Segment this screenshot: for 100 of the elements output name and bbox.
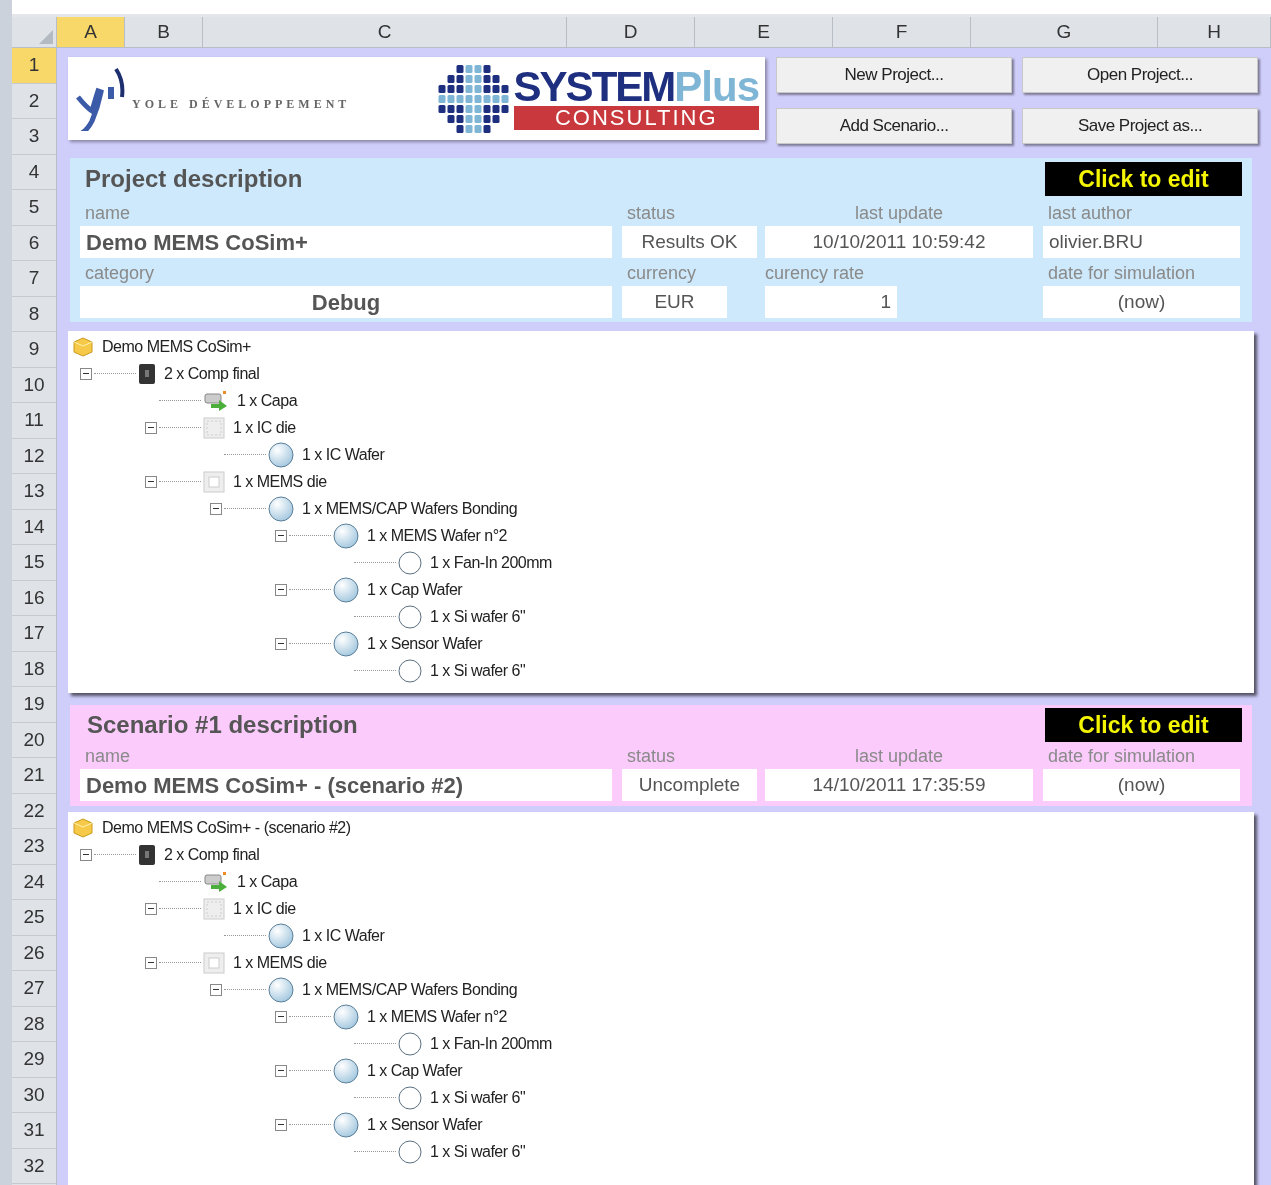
row-header[interactable]: 16 bbox=[12, 580, 56, 616]
collapse-toggle[interactable] bbox=[145, 421, 157, 434]
column-header[interactable]: C bbox=[203, 17, 567, 47]
tree-item[interactable]: 1 x Cap Wafer bbox=[367, 1058, 463, 1083]
tree-item[interactable]: Demo MEMS CoSim+ bbox=[102, 334, 251, 359]
tree-item[interactable]: 2 x Comp final bbox=[164, 842, 260, 867]
row-header[interactable]: 27 bbox=[12, 971, 56, 1007]
tree-item[interactable]: 1 x IC Wafer bbox=[302, 923, 385, 948]
tree-item[interactable]: 1 x IC die bbox=[233, 415, 296, 440]
collapse-toggle[interactable] bbox=[80, 367, 92, 380]
row-header[interactable]: 21 bbox=[12, 758, 56, 794]
row-header[interactable]: 7 bbox=[12, 261, 56, 297]
tree-item[interactable]: 1 x MEMS Wafer n°2 bbox=[367, 1004, 507, 1029]
field-value: 14/10/2011 17:35:59 bbox=[765, 769, 1033, 801]
logo-text: SYSTEM bbox=[513, 67, 675, 106]
row-header[interactable]: 29 bbox=[12, 1042, 56, 1078]
collapse-toggle[interactable] bbox=[210, 983, 222, 996]
row-header[interactable]: 8 bbox=[12, 296, 56, 332]
collapse-toggle[interactable] bbox=[275, 637, 287, 650]
edit-button[interactable]: Click to edit bbox=[1045, 162, 1242, 196]
row-header[interactable]: 13 bbox=[12, 474, 56, 510]
row-header[interactable]: 4 bbox=[12, 154, 56, 190]
row-header[interactable]: 23 bbox=[12, 829, 56, 865]
tree-item[interactable]: 1 x Fan-In 200mm bbox=[430, 550, 552, 575]
row-header[interactable]: 6 bbox=[12, 225, 56, 261]
tree-item[interactable]: 1 x IC die bbox=[233, 896, 296, 921]
tree-item[interactable]: 1 x Cap Wafer bbox=[367, 577, 463, 602]
row-header[interactable]: 32 bbox=[12, 1148, 56, 1184]
collapse-toggle[interactable] bbox=[275, 583, 287, 596]
row-header[interactable]: 12 bbox=[12, 438, 56, 474]
collapse-toggle[interactable] bbox=[145, 902, 157, 915]
tree-item[interactable]: 1 x Si wafer 6" bbox=[430, 1085, 526, 1110]
collapse-toggle[interactable] bbox=[145, 475, 157, 488]
field-value: Debug bbox=[80, 286, 612, 318]
tree-item[interactable]: 1 x Sensor Wafer bbox=[367, 1112, 482, 1137]
row-header[interactable]: 1 bbox=[12, 48, 56, 84]
field-value: Demo MEMS CoSim+ bbox=[80, 226, 612, 258]
row-header[interactable]: 14 bbox=[12, 509, 56, 545]
row-header[interactable]: 20 bbox=[12, 722, 56, 758]
row-header[interactable]: 24 bbox=[12, 864, 56, 900]
column-header[interactable]: A bbox=[57, 17, 125, 47]
tree-item[interactable]: 1 x Sensor Wafer bbox=[367, 631, 482, 656]
tree-item[interactable]: 2 x Comp final bbox=[164, 361, 260, 386]
section-title: Project description bbox=[85, 164, 303, 194]
action-button[interactable]: Save Project as... bbox=[1022, 108, 1258, 144]
logo-text: YOLE DÉVELOPPEMENT bbox=[132, 95, 351, 113]
row-header[interactable]: 19 bbox=[12, 687, 56, 723]
row-header[interactable]: 28 bbox=[12, 1006, 56, 1042]
collapse-toggle[interactable] bbox=[275, 1010, 287, 1023]
tree-item[interactable]: 1 x Si wafer 6" bbox=[430, 658, 526, 683]
tree-item[interactable]: 1 x MEMS die bbox=[233, 950, 327, 975]
collapse-toggle[interactable] bbox=[80, 848, 92, 861]
die-icon bbox=[203, 897, 225, 920]
tree-item[interactable]: 1 x Fan-In 200mm bbox=[430, 1031, 552, 1056]
wafer-icon bbox=[398, 550, 422, 575]
column-header[interactable]: H bbox=[1158, 17, 1271, 47]
row-header[interactable]: 9 bbox=[12, 332, 56, 368]
row-header[interactable]: 31 bbox=[12, 1113, 56, 1149]
row-header[interactable]: 10 bbox=[12, 367, 56, 403]
row-header[interactable]: 26 bbox=[12, 935, 56, 971]
tree-item[interactable]: 1 x MEMS/CAP Wafers Bonding bbox=[302, 977, 518, 1002]
row-header[interactable]: 15 bbox=[12, 545, 56, 581]
tree-item[interactable]: 1 x Capa bbox=[237, 869, 298, 894]
collapse-toggle[interactable] bbox=[275, 1064, 287, 1077]
row-header[interactable]: 11 bbox=[12, 403, 56, 439]
action-button[interactable]: Open Project... bbox=[1022, 57, 1258, 93]
row-header[interactable]: 25 bbox=[12, 900, 56, 936]
action-button[interactable]: Add Scenario... bbox=[776, 108, 1012, 144]
tree-item[interactable]: 1 x MEMS Wafer n°2 bbox=[367, 523, 507, 548]
column-header[interactable]: F bbox=[833, 17, 971, 47]
die-icon bbox=[203, 416, 225, 439]
column-header[interactable]: B bbox=[125, 17, 203, 47]
field-label: currency bbox=[627, 262, 698, 284]
tree-item[interactable]: 1 x IC Wafer bbox=[302, 442, 385, 467]
edit-button[interactable]: Click to edit bbox=[1045, 708, 1242, 742]
tree-item[interactable]: 1 x Si wafer 6" bbox=[430, 604, 526, 629]
column-header[interactable]: E bbox=[695, 17, 833, 47]
row-header[interactable]: 17 bbox=[12, 616, 56, 652]
collapse-toggle[interactable] bbox=[275, 529, 287, 542]
row-header[interactable]: 18 bbox=[12, 651, 56, 687]
tree-item[interactable]: 1 x Si wafer 6" bbox=[430, 1139, 526, 1164]
tree-item[interactable]: Demo MEMS CoSim+ - (scenario #2) bbox=[102, 815, 351, 840]
action-button[interactable]: New Project... bbox=[776, 57, 1012, 93]
collapse-toggle[interactable] bbox=[145, 956, 157, 969]
column-header[interactable]: D bbox=[567, 17, 695, 47]
column-header[interactable]: G bbox=[971, 17, 1158, 47]
field-label: last update bbox=[854, 745, 944, 767]
row-header[interactable]: 30 bbox=[12, 1077, 56, 1113]
collapse-toggle[interactable] bbox=[275, 1118, 287, 1131]
row-header[interactable]: 22 bbox=[12, 793, 56, 829]
tree-item[interactable]: 1 x MEMS/CAP Wafers Bonding bbox=[302, 496, 518, 521]
wafer-icon bbox=[333, 522, 359, 549]
tree-item[interactable]: 1 x MEMS die bbox=[233, 469, 327, 494]
row-header[interactable]: 3 bbox=[12, 119, 56, 155]
field-value: 1 bbox=[765, 286, 897, 318]
tree-item[interactable]: 1 x Capa bbox=[237, 388, 298, 413]
row-header[interactable]: 2 bbox=[12, 83, 56, 119]
row-header[interactable]: 5 bbox=[12, 190, 56, 226]
field-value: Demo MEMS CoSim+ - (scenario #2) bbox=[80, 769, 612, 801]
collapse-toggle[interactable] bbox=[210, 502, 222, 515]
